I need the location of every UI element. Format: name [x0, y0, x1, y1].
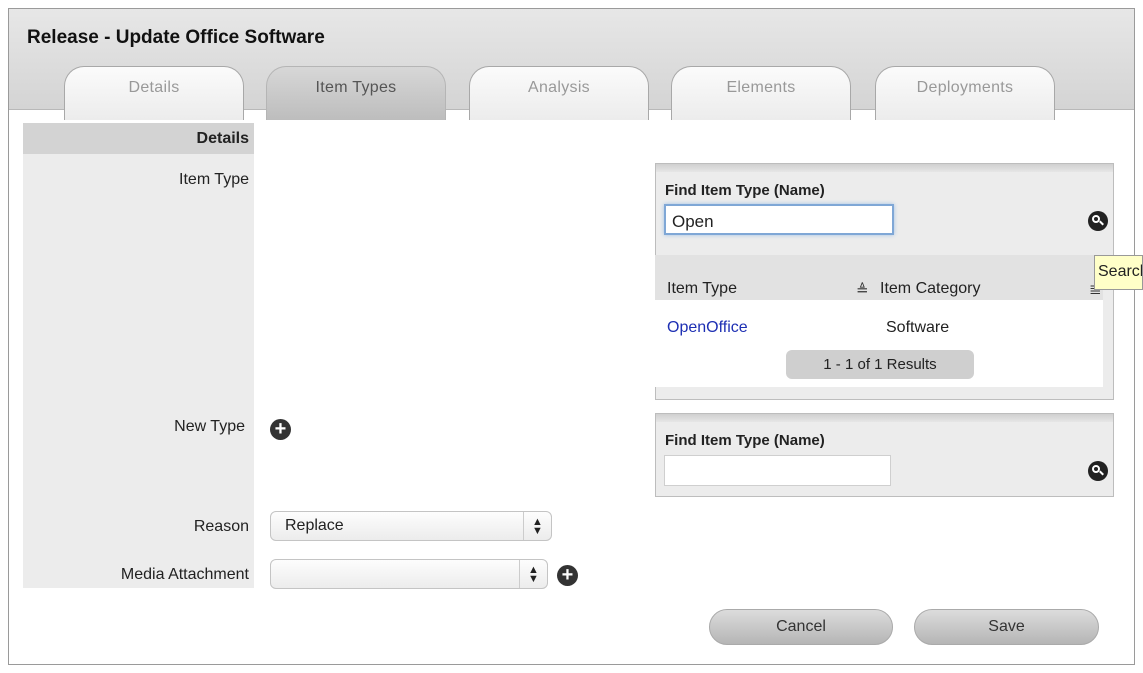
up-down-arrows-icon: ▲ ▼: [519, 560, 547, 588]
new-type-label: New Type: [174, 418, 245, 435]
sort-icon[interactable]: ≜: [856, 281, 869, 299]
tab-item-types[interactable]: Item Types: [266, 66, 446, 120]
find-panel-title-2: Find Item Type (Name): [665, 432, 825, 449]
up-down-arrows-icon: ▲ ▼: [523, 512, 551, 540]
add-media-attachment-button[interactable]: +: [557, 565, 578, 586]
search-tooltip: Search: [1094, 255, 1143, 290]
window-title: Release - Update Office Software: [27, 27, 325, 48]
column-header-item-category[interactable]: Item Category: [880, 280, 980, 298]
media-attachment-select[interactable]: ▲ ▼: [270, 559, 548, 589]
result-item-category: Software: [886, 319, 950, 336]
tab-elements[interactable]: Elements: [671, 66, 851, 120]
plus-icon: +: [561, 564, 574, 586]
results-pager: 1 - 1 of 1 Results: [786, 350, 974, 379]
find-item-type-input[interactable]: Open: [664, 204, 894, 235]
item-type-label: Item Type: [179, 171, 249, 188]
find-panel-title: Find Item Type (Name): [665, 182, 825, 199]
tab-deployments[interactable]: Deployments: [875, 66, 1055, 120]
search-icon[interactable]: [1088, 211, 1108, 231]
add-new-type-button[interactable]: +: [270, 419, 291, 440]
section-header-details: Details: [23, 123, 254, 154]
media-attachment-label: Media Attachment: [120, 566, 249, 583]
search-icon[interactable]: [1088, 461, 1108, 481]
plus-icon: +: [274, 418, 287, 440]
reason-label: Reason: [193, 518, 249, 535]
find-item-type-input-2[interactable]: [664, 455, 891, 486]
tab-analysis[interactable]: Analysis: [469, 66, 649, 120]
reason-select[interactable]: Replace ▲ ▼: [270, 511, 552, 541]
save-button[interactable]: Save: [914, 609, 1099, 645]
tab-details[interactable]: Details: [64, 66, 244, 120]
cancel-button[interactable]: Cancel: [709, 609, 893, 645]
result-item-type-link[interactable]: OpenOffice: [667, 319, 748, 337]
reason-select-value: Replace: [285, 517, 344, 534]
column-header-item-type[interactable]: Item Type: [667, 280, 737, 298]
